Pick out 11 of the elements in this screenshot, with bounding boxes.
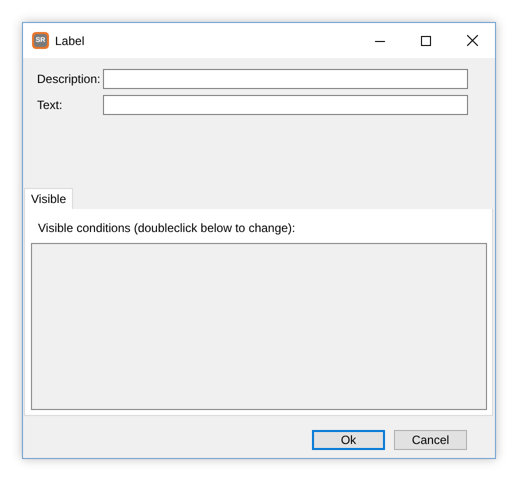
field-label: Description: <box>37 72 102 86</box>
input-field[interactable] <box>103 69 468 89</box>
tab[interactable]: Visible <box>24 188 74 209</box>
dialog-button[interactable]: Ok <box>312 430 385 450</box>
panel-caption: Visible conditions (doubleclick below to change): <box>38 221 296 235</box>
maximize-icon <box>421 36 431 46</box>
field-label: Text: <box>37 98 64 112</box>
input-field[interactable] <box>103 95 468 115</box>
dialog-button[interactable]: Cancel <box>394 430 467 450</box>
close-icon <box>466 35 478 46</box>
window-title: Label <box>55 34 86 48</box>
